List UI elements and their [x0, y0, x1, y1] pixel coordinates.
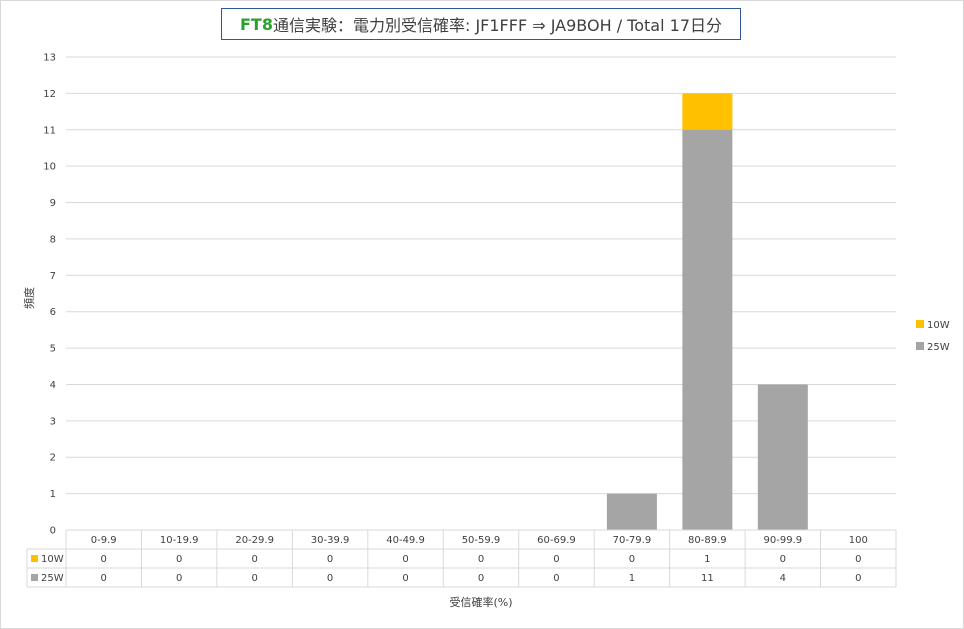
table-series-label: 10W	[41, 554, 64, 565]
table-cell: 0	[251, 554, 257, 565]
table-cell: 0	[327, 573, 333, 584]
bar-25W	[606, 493, 657, 530]
table-legend-key-10W	[31, 555, 38, 562]
table-cell: 0	[478, 554, 484, 565]
y-tick-label: 0	[50, 526, 56, 537]
y-tick-label: 9	[50, 198, 56, 209]
y-tick-label: 3	[50, 416, 56, 427]
table-cell: 0	[780, 554, 786, 565]
x-tick-label: 0-9.9	[91, 535, 117, 546]
x-tick-label: 80-89.9	[688, 535, 727, 546]
y-tick-label: 6	[50, 307, 56, 318]
bar-25W	[757, 384, 808, 530]
table-cell: 0	[101, 573, 107, 584]
y-tick-label: 12	[43, 89, 56, 100]
table-series-label: 25W	[41, 573, 64, 584]
x-tick-label: 100	[849, 535, 868, 546]
table-cell: 0	[553, 554, 559, 565]
legend-label: 10W	[927, 320, 950, 331]
x-tick-label: 10-19.9	[160, 535, 199, 546]
x-tick-label: 60-69.9	[537, 535, 576, 546]
chart-area: 012345678910111213 0-9.9 10-19.9 20-29.9 30…	[22, 53, 950, 610]
x-axis-label: 受信確率(%)	[449, 595, 512, 609]
y-tick-label: 2	[50, 453, 56, 464]
table-cell: 0	[402, 554, 408, 565]
table-cell: 0	[478, 573, 484, 584]
x-tick-label: 50-59.9	[462, 535, 501, 546]
y-tick-label: 8	[50, 234, 56, 245]
table-cell: 11	[701, 573, 714, 584]
y-tick-label: 1	[50, 489, 56, 500]
table-cell: 0	[855, 554, 861, 565]
table-legend-key-25W	[31, 574, 38, 581]
x-tick-label: 30-39.9	[311, 535, 350, 546]
table-cell: 1	[704, 554, 710, 565]
table-cell: 0	[176, 554, 182, 565]
x-tick-label: 70-79.9	[613, 535, 652, 546]
data-table: 0-9.9 10-19.9 20-29.9 30-39.9 40-49.9 50-59.9…	[26, 529, 897, 588]
table-cell: 0	[327, 554, 333, 565]
legend-key-10W	[916, 320, 924, 328]
bar-10W	[682, 93, 733, 130]
table-cell: 1	[629, 573, 635, 584]
legend: 10W 25W	[916, 320, 950, 353]
y-axis-label: 頻度	[22, 287, 36, 309]
table-cell: 0	[855, 573, 861, 584]
table-cell: 0	[251, 573, 257, 584]
x-tick-label: 20-29.9	[235, 535, 274, 546]
bar-25W	[682, 129, 733, 530]
x-tick-label: 90-99.9	[764, 535, 803, 546]
table-cell: 0	[629, 554, 635, 565]
table-cell: 4	[780, 573, 786, 584]
legend-label: 25W	[927, 342, 950, 353]
table-cell: 0	[553, 573, 559, 584]
x-tick-label: 40-49.9	[386, 535, 425, 546]
table-cell: 0	[176, 573, 182, 584]
y-tick-label: 4	[50, 380, 56, 391]
table-cell: 0	[402, 573, 408, 584]
y-tick-label: 11	[43, 125, 56, 136]
y-axis-ticks: 012345678910111213	[43, 53, 56, 537]
legend-key-25W	[916, 342, 924, 350]
y-tick-label: 7	[50, 271, 56, 282]
y-tick-label: 13	[43, 53, 56, 64]
y-tick-label: 10	[43, 162, 56, 173]
table-cell: 0	[101, 554, 107, 565]
y-tick-label: 5	[50, 344, 56, 355]
